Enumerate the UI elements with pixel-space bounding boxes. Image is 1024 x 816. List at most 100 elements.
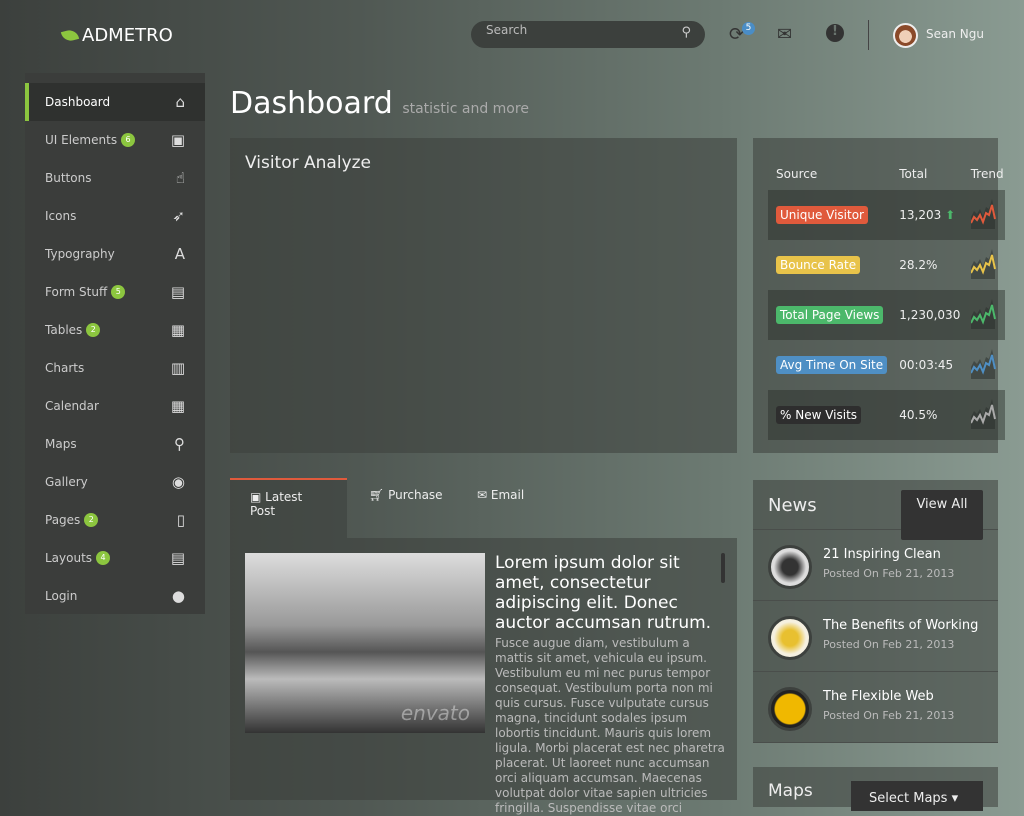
file-alt-icon: ▤ [170, 549, 185, 567]
arrow-up-icon: ⬆ [945, 208, 956, 222]
source-label: Total Page Views [776, 306, 884, 324]
tab-purchase[interactable]: 🛒︎ Purchase [349, 478, 463, 512]
news-date: Posted On Feb 21, 2013 [823, 638, 955, 651]
tab-email[interactable]: ✉ Email [457, 478, 544, 512]
sidebar-item-label: Layouts [45, 551, 93, 565]
sidebar-item-label: Gallery [45, 475, 88, 489]
watermark: envato [400, 701, 470, 725]
hand-pointer-icon: ☝ [175, 169, 185, 187]
calendar-icon: ▦ [170, 397, 185, 415]
news-avatar [768, 545, 812, 589]
sidebar-item-label: Form Stuff [45, 285, 108, 299]
sidebar-item-gallery[interactable]: Gallery ◉ [25, 463, 205, 501]
page-title: Dashboard statistic and more [230, 86, 529, 121]
page-title-text: Dashboard [230, 86, 393, 121]
col-total: Total [899, 167, 928, 181]
count-badge: 4 [96, 551, 111, 565]
post-image: envato [245, 553, 485, 733]
sidebar-item-ui-elements[interactable]: UI Elements 6 ▣ [25, 121, 205, 159]
sidebar-item-typography[interactable]: Typography A [25, 235, 205, 273]
tab-label: Email [490, 488, 525, 502]
source-label: Unique Visitor [776, 206, 868, 224]
news-date: Posted On Feb 21, 2013 [823, 709, 955, 722]
news-date: Posted On Feb 21, 2013 [823, 567, 955, 580]
news-title[interactable]: The Flexible Web [823, 689, 934, 704]
sidebar-item-layouts[interactable]: Layouts 4 ▤ [25, 539, 205, 577]
sidebar-item-label: Login [45, 589, 78, 603]
count-badge: 2 [84, 513, 99, 527]
maps-title: Maps [768, 781, 813, 801]
total-value: 40.5% [899, 408, 938, 422]
news-avatar [768, 616, 812, 660]
map-marker-icon: ⚲ [174, 435, 185, 453]
alert-icon[interactable]: ! [826, 24, 844, 42]
trend-sparkline [969, 298, 996, 329]
panel-title: Visitor Analyze [245, 153, 372, 173]
sidebar-item-label: UI Elements [45, 133, 118, 147]
sidebar-item-buttons[interactable]: Buttons ☝ [25, 159, 205, 197]
search-icon[interactable]: ⚲ [681, 25, 691, 40]
font-icon: A [174, 245, 185, 263]
sidebar-item-dashboard[interactable]: Dashboard ⌂ [25, 83, 205, 121]
user-name[interactable]: Sean Ngu [926, 27, 984, 41]
post-body: Fusce augue diam, vestibulum a mattis si… [495, 636, 725, 815]
news-title: News [768, 495, 817, 516]
search-placeholder: Search [486, 23, 528, 37]
sidebar-item-label: Typography [45, 247, 115, 261]
sidebar-item-tables[interactable]: Tables 2 ▦ [25, 311, 205, 349]
trend-sparkline [969, 348, 996, 379]
total-value: 28.2% [899, 258, 938, 272]
total-value: 00:03:45 [899, 358, 954, 372]
news-title[interactable]: The Benefits of Working [823, 618, 978, 633]
tab-latest-post[interactable]: ▣ Latest Post [230, 478, 347, 538]
sidebar-item-label: Charts [45, 361, 85, 375]
total-value: 1,230,030 [899, 308, 961, 322]
image-icon: ▣ [250, 490, 266, 504]
stats-table: Source Total Trend Unique Visitor 13,203 … [768, 158, 1005, 440]
sidebar-item-label: Icons [45, 209, 77, 223]
total-value: 13,203 [899, 208, 942, 222]
brand-name: ADMETRO [82, 25, 173, 46]
sidebar-item-calendar[interactable]: Calendar ▦ [25, 387, 205, 425]
envelope-icon: ✉ [477, 488, 491, 502]
count-badge: 2 [86, 323, 101, 337]
sidebar-item-maps[interactable]: Maps ⚲ [25, 425, 205, 463]
home-icon: ⌂ [175, 93, 185, 111]
latest-post-panel: envato Lorem ipsum dolor sit amet, conse… [230, 538, 737, 815]
sidebar-item-pages[interactable]: Pages 2 ▯ [25, 501, 205, 539]
bar-chart-icon: ▥ [170, 359, 185, 377]
sidebar-item-login[interactable]: Login ● [25, 577, 205, 615]
sidebar-item-charts[interactable]: Charts ▥ [25, 349, 205, 387]
brand-logo[interactable]: ADMETRO [60, 25, 173, 46]
sidebar-item-icons[interactable]: Icons ➶ [25, 197, 205, 235]
stats-row: % New Visits 40.5% [768, 390, 1005, 440]
select-maps-dropdown[interactable]: Select Maps ▾ [851, 781, 983, 811]
page-subtitle: statistic and more [402, 101, 529, 117]
search-input[interactable]: Search ⚲ [471, 21, 705, 48]
news-title[interactable]: 21 Inspiring Clean [823, 547, 941, 562]
news-item[interactable]: The Benefits of Working Posted On Feb 21,… [753, 601, 998, 672]
tab-label: Purchase [388, 488, 443, 502]
news-panel: News View All 21 Inspiring Clean Posted On… [753, 480, 998, 743]
sidebar-item-label: Maps [45, 437, 77, 451]
sidebar-item-form-stuff[interactable]: Form Stuff 5 ▤ [25, 273, 205, 311]
sidebar-item-label: Calendar [45, 399, 99, 413]
news-item[interactable]: 21 Inspiring Clean Posted On Feb 21, 2013 [753, 530, 998, 601]
trend-sparkline [969, 398, 996, 429]
source-label: Avg Time On Site [776, 356, 888, 374]
count-badge: 6 [121, 133, 136, 147]
col-source: Source [776, 167, 818, 181]
user-icon: ● [171, 587, 185, 605]
sidebar-item-label: Pages [45, 513, 81, 527]
source-label: Bounce Rate [776, 256, 861, 274]
select-label: Select Maps [869, 791, 948, 806]
sidebar-item-label: Buttons [45, 171, 92, 185]
stats-row: Unique Visitor 13,203 ⬆ [768, 190, 1005, 240]
stats-panel: Source Total Trend Unique Visitor 13,203 … [753, 138, 1005, 453]
avatar[interactable] [893, 23, 918, 48]
post-heading: Lorem ipsum dolor sit amet, consectetur … [495, 553, 712, 633]
scrollbar[interactable] [721, 553, 725, 583]
envelope-icon[interactable]: ✉ [777, 24, 792, 45]
news-item[interactable]: The Flexible Web Posted On Feb 21, 2013 [753, 672, 998, 743]
sync-badge: 5 [742, 22, 755, 35]
